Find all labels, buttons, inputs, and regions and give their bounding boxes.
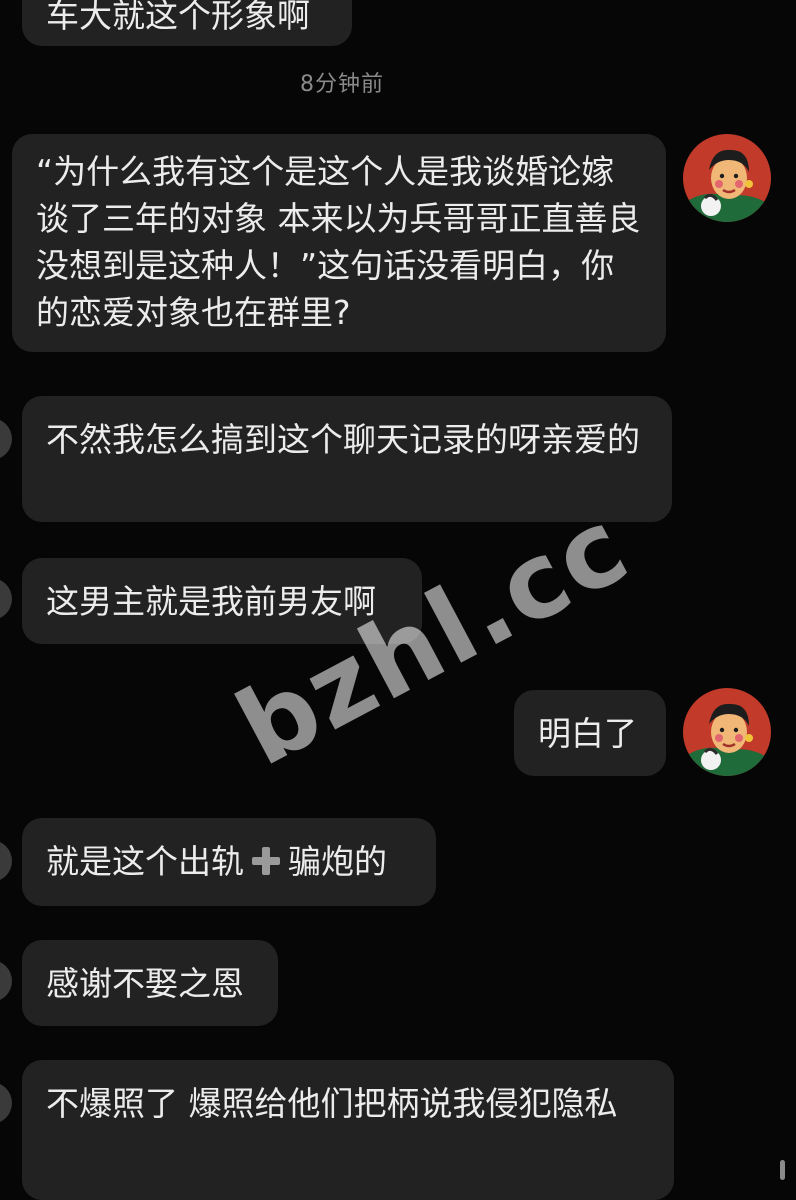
message-bubble-left[interactable]: 这男主就是我前男友啊 — [22, 558, 422, 644]
message-text: 感谢不娶之恩 — [46, 964, 244, 1003]
contact-avatar[interactable] — [0, 840, 12, 882]
user-avatar[interactable] — [683, 688, 771, 776]
avatar-illustration-icon — [683, 134, 771, 222]
message-bubble-left[interactable]: 不然我怎么搞到这个聊天记录的呀亲爱的 — [22, 396, 672, 522]
message-bubble-left[interactable]: 就是这个出轨 骗炮的 — [22, 818, 436, 906]
contact-avatar[interactable] — [0, 418, 12, 460]
message-text: 这男主就是我前男友啊 — [46, 582, 376, 621]
message-text: 骗炮的 — [288, 842, 387, 881]
avatar-illustration-icon — [683, 688, 771, 776]
message-timestamp: 8分钟前 — [300, 72, 384, 97]
contact-avatar[interactable] — [0, 1082, 12, 1124]
message-text: “为什么我有这个是这个人是我谈婚论嫁 谈了三年的对象 本来以为兵哥哥正直善良 没… — [36, 152, 641, 332]
message-text: 明白了 — [538, 714, 637, 753]
plus-emoji-icon — [250, 845, 282, 877]
message-bubble-left[interactable]: 车大就这个形象啊 — [22, 0, 352, 46]
message-text: 不然我怎么搞到这个聊天记录的呀亲爱的 — [46, 420, 640, 459]
message-bubble-right[interactable]: “为什么我有这个是这个人是我谈婚论嫁 谈了三年的对象 本来以为兵哥哥正直善良 没… — [12, 134, 666, 352]
message-bubble-right[interactable]: 明白了 — [514, 690, 666, 776]
contact-avatar[interactable] — [0, 578, 12, 620]
message-bubble-left[interactable]: 感谢不娶之恩 — [22, 940, 278, 1026]
message-text: 不爆照了 爆照给他们把柄说我侵犯隐私 — [46, 1084, 618, 1123]
message-text: 就是这个出轨 — [46, 842, 244, 881]
user-avatar[interactable] — [683, 134, 771, 222]
scrollbar[interactable] — [780, 1160, 785, 1180]
message-text: 车大就这个形象啊 — [46, 0, 310, 35]
contact-avatar[interactable] — [0, 960, 12, 1002]
message-bubble-left[interactable]: 不爆照了 爆照给他们把柄说我侵犯隐私 — [22, 1060, 674, 1200]
